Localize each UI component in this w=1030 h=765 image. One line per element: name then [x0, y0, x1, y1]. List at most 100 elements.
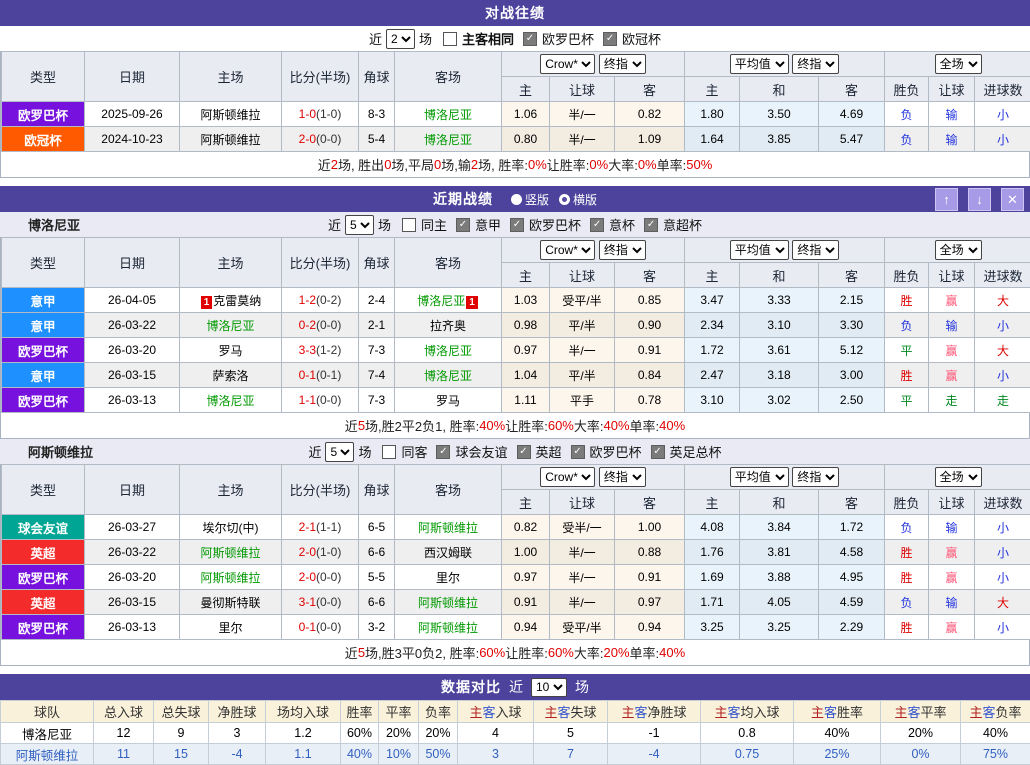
stat-cell: 50%: [419, 744, 458, 765]
avg-away-cell: 4.59: [819, 590, 885, 615]
odds-away-cell: 0.85: [615, 288, 685, 313]
league-filter-checkbox[interactable]: ✓: [644, 218, 658, 232]
average-select[interactable]: 平均值: [730, 467, 789, 487]
corner-cell: 7-3: [359, 338, 395, 363]
games-count-select[interactable]: 5: [325, 442, 354, 462]
scope-select[interactable]: 全场: [935, 467, 982, 487]
stat-cell: 25%: [794, 744, 881, 765]
view-radio-selected[interactable]: [511, 194, 522, 205]
summary-segment: 近: [318, 155, 331, 174]
avg-home-cell: 1.72: [685, 338, 740, 363]
games-count-select[interactable]: 2: [386, 29, 415, 49]
odds-home-cell: 0.97: [502, 565, 550, 590]
summary-segment: 大率:: [574, 416, 604, 435]
average-select[interactable]: 平均值: [730, 54, 789, 74]
away-team-cell: 博洛尼亚: [395, 127, 502, 152]
bookmaker-select[interactable]: Crow*: [540, 240, 595, 260]
same-venue-checkbox[interactable]: [402, 218, 416, 232]
sub-column-header: 和: [740, 490, 819, 515]
away-team-cell: 拉齐奥: [395, 313, 502, 338]
full-score: 2-0: [299, 545, 316, 559]
compare-column-header: 净胜球: [209, 701, 266, 723]
header-text: 入球: [496, 705, 522, 720]
average-dropdowns-cell: 平均值 终指: [685, 238, 885, 263]
league-filter-checkbox[interactable]: ✓: [651, 445, 665, 459]
view-radio[interactable]: [559, 194, 570, 205]
h2h-filter-row: 近2场主客相同✓欧罗巴杯✓欧冠杯: [0, 26, 1030, 51]
summary-segment: 20%: [604, 645, 630, 660]
away-team-name: 阿斯顿维拉: [418, 596, 478, 610]
avg-away-cell: 4.69: [819, 102, 885, 127]
stat-cell: 40%: [794, 723, 881, 744]
corner-cell: 5-4: [359, 127, 395, 152]
league-filter-checkbox[interactable]: ✓: [603, 32, 617, 46]
result-goals-cell: 小: [975, 515, 1030, 540]
stat-cell: 0%: [881, 744, 961, 765]
same-venue-checkbox[interactable]: [443, 32, 457, 46]
handicap-cell: 半/一: [550, 565, 615, 590]
league-filter-checkbox[interactable]: ✓: [456, 218, 470, 232]
team-section-box: 类型日期主场比分(半场)角球客场Crow* 终指平均值 终指全场主让球客主和客胜…: [0, 464, 1030, 666]
away-team-name: 博洛尼亚: [424, 344, 472, 358]
score-cell: 0-2(0-0): [282, 313, 359, 338]
away-team-name: 罗马: [436, 394, 460, 408]
result-goals-cell: 小: [975, 313, 1030, 338]
index-type-select[interactable]: 终指: [599, 467, 646, 487]
score-cell: 2-1(1-1): [282, 515, 359, 540]
away-team-name: 拉齐奥: [430, 319, 466, 333]
half-score: (0-0): [316, 132, 341, 146]
league-filter-checkbox[interactable]: ✓: [571, 445, 585, 459]
down-icon[interactable]: ↓: [968, 188, 991, 211]
team-section-box: 类型日期主场比分(半场)角球客场Crow* 终指平均值 终指全场主让球客主和客胜…: [0, 237, 1030, 439]
result-handicap-cell: 输: [929, 590, 975, 615]
summary-segment: 60%: [479, 645, 505, 660]
window-buttons: ↑ ↓ ✕: [935, 188, 1024, 211]
league-filter-checkbox[interactable]: ✓: [590, 218, 604, 232]
home-team-name: 罗马: [218, 344, 242, 358]
team-filter-row: 阿斯顿维拉近5场同客✓球会友谊✓英超✓欧罗巴杯✓英足总杯: [0, 439, 1030, 464]
index-type-select-2[interactable]: 终指: [792, 240, 839, 260]
handicap-cell: 平/半: [550, 313, 615, 338]
league-filter-checkbox[interactable]: ✓: [510, 218, 524, 232]
index-type-select-2[interactable]: 终指: [792, 467, 839, 487]
summary-segment: 近: [345, 643, 358, 662]
home-team-cell: 里尔: [180, 615, 282, 640]
index-type-select-2[interactable]: 终指: [792, 54, 839, 74]
bookmaker-select[interactable]: Crow*: [540, 467, 595, 487]
away-team-name: 博洛尼亚: [417, 294, 465, 308]
league-cell: 欧罗巴杯: [2, 565, 85, 590]
scope-select[interactable]: 全场: [935, 54, 982, 74]
league-filter-checkbox[interactable]: ✓: [517, 445, 531, 459]
stat-cell: 20%: [419, 723, 458, 744]
index-type-select[interactable]: 终指: [599, 54, 646, 74]
sub-column-header: 客: [819, 490, 885, 515]
away-team-cell: 阿斯顿维拉: [395, 515, 502, 540]
same-venue-checkbox[interactable]: [382, 445, 396, 459]
summary-segment: 50%: [686, 157, 712, 172]
result-goals-cell: 小: [975, 363, 1030, 388]
bookmaker-select[interactable]: Crow*: [540, 54, 595, 74]
scope-select[interactable]: 全场: [935, 240, 982, 260]
full-score: 1-1: [299, 393, 316, 407]
header-text: 均入球: [741, 705, 780, 720]
games-count-select[interactable]: 5: [345, 215, 374, 235]
avg-home-cell: 1.80: [685, 102, 740, 127]
league-filter-checkbox[interactable]: ✓: [523, 32, 537, 46]
score-cell: 1-2(0-2): [282, 288, 359, 313]
summary-segment: 0%: [589, 157, 608, 172]
stat-cell: -4: [608, 744, 701, 765]
scope-dropdown-cell: 全场: [885, 238, 1030, 263]
close-icon[interactable]: ✕: [1001, 188, 1024, 211]
compare-games-select[interactable]: 10: [531, 678, 567, 697]
index-type-select[interactable]: 终指: [599, 240, 646, 260]
recent-1-table: 类型日期主场比分(半场)角球客场Crow* 终指平均值 终指全场主让球客主和客胜…: [1, 464, 1030, 640]
summary-segment: 场,输: [441, 155, 471, 174]
score-cell: 1-0(1-0): [282, 102, 359, 127]
league-filter-checkbox[interactable]: ✓: [436, 445, 450, 459]
result-wdl-cell: 胜: [885, 615, 929, 640]
up-icon[interactable]: ↑: [935, 188, 958, 211]
date-cell: 26-04-05: [85, 288, 180, 313]
summary-segment: 场, 胜出: [338, 155, 384, 174]
league-cell: 欧罗巴杯: [2, 388, 85, 413]
average-select[interactable]: 平均值: [730, 240, 789, 260]
